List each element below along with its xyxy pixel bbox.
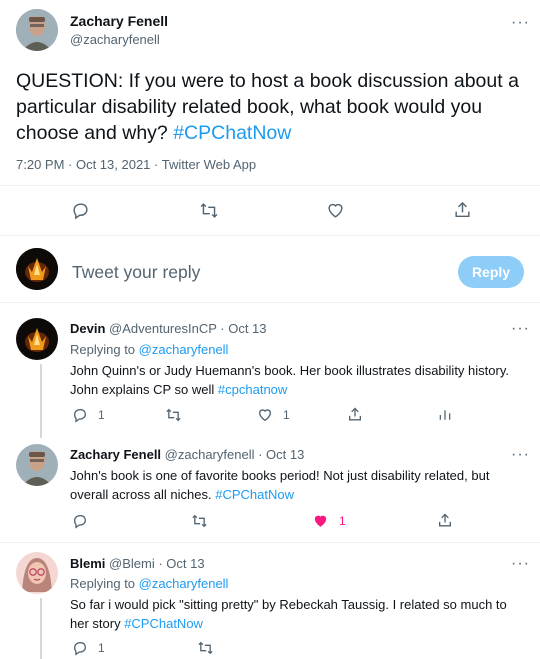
retweet-icon[interactable] — [199, 201, 219, 220]
heart-icon — [312, 513, 329, 529]
reply-text: John's book is one of favorite books per… — [70, 466, 525, 504]
reply-text: So far i would pick "sitting pretty" by … — [70, 595, 525, 633]
divider — [0, 185, 540, 186]
divider — [0, 302, 540, 303]
like-action[interactable]: 1 — [312, 513, 346, 529]
retweet-icon[interactable] — [191, 513, 208, 529]
reply-author-handle[interactable]: @AdventuresInCP — [109, 321, 217, 336]
heart-icon[interactable] — [326, 201, 345, 220]
reply-author-handle[interactable]: @Blemi — [109, 556, 155, 571]
reply-input[interactable]: Tweet your reply — [72, 262, 200, 283]
hashtag-link[interactable]: #CPChatNow — [215, 487, 294, 502]
replying-to-label: Replying to — [70, 342, 139, 357]
retweet-icon[interactable] — [197, 640, 214, 656]
like-count: 1 — [339, 514, 346, 528]
tweet-text: QUESTION: If you were to host a book dis… — [16, 68, 521, 146]
analytics-icon[interactable] — [438, 407, 452, 423]
replying-to: Replying to @zacharyfenell — [70, 342, 228, 357]
reply-count: 1 — [98, 408, 105, 422]
like-count: 1 — [283, 408, 290, 422]
more-icon[interactable]: ··· — [511, 15, 530, 31]
reply-icon[interactable] — [72, 513, 88, 529]
tweet-timestamp[interactable]: 7:20 PM · Oct 13, 2021 · Twitter Web App — [16, 157, 256, 172]
reply-count: 1 — [98, 641, 105, 655]
thread-line — [40, 598, 42, 659]
thread-line — [40, 364, 42, 438]
reply-icon[interactable] — [71, 201, 90, 220]
reply-action[interactable]: 1 — [72, 407, 105, 423]
reply-header: Zachary Fenell @zacharyfenell · Oct 13 — [70, 447, 304, 462]
author-name[interactable]: Zachary Fenell — [70, 13, 168, 29]
reply-text-body: John Quinn's or Judy Huemann's book. Her… — [70, 363, 509, 397]
heart-icon — [257, 407, 273, 423]
replying-to-link[interactable]: @zacharyfenell — [139, 576, 229, 591]
hashtag-link[interactable]: #CPChatNow — [124, 616, 203, 631]
more-icon[interactable]: ··· — [511, 556, 530, 572]
reply-icon — [72, 640, 88, 656]
reply-author-name[interactable]: Zachary Fenell — [70, 447, 161, 462]
reply-header: Blemi @Blemi · Oct 13 — [70, 556, 205, 571]
replying-to-label: Replying to — [70, 576, 139, 591]
avatar[interactable] — [16, 9, 58, 51]
more-icon[interactable]: ··· — [511, 321, 530, 337]
reply-author-handle[interactable]: @zacharyfenell — [165, 447, 255, 462]
more-icon[interactable]: ··· — [511, 447, 530, 463]
share-icon[interactable] — [437, 512, 453, 529]
reply-action[interactable]: 1 — [72, 640, 105, 656]
author-handle[interactable]: @zacharyfenell — [70, 32, 160, 47]
reply-header: Devin @AdventuresInCP · Oct 13 — [70, 321, 267, 336]
avatar — [16, 248, 58, 290]
reply-date[interactable]: · Oct 13 — [220, 321, 266, 336]
reply-button[interactable]: Reply — [458, 256, 524, 288]
retweet-icon[interactable] — [165, 407, 182, 423]
reply-author-name[interactable]: Blemi — [70, 556, 105, 571]
hashtag-link[interactable]: #CPChatNow — [173, 122, 291, 144]
reply-author-name[interactable]: Devin — [70, 321, 105, 336]
reply-icon — [72, 407, 88, 423]
share-icon[interactable] — [347, 406, 363, 423]
share-icon[interactable] — [453, 200, 472, 220]
divider — [0, 542, 540, 543]
like-action[interactable]: 1 — [257, 407, 290, 423]
reply-date[interactable]: · Oct 13 — [158, 556, 204, 571]
avatar[interactable] — [16, 552, 58, 594]
replying-to-link[interactable]: @zacharyfenell — [139, 342, 229, 357]
reply-text: John Quinn's or Judy Huemann's book. Her… — [70, 361, 525, 399]
avatar[interactable] — [16, 318, 58, 360]
reply-date[interactable]: · Oct 13 — [258, 447, 304, 462]
hashtag-link[interactable]: #cpchatnow — [218, 382, 287, 397]
divider — [0, 235, 540, 236]
replying-to: Replying to @zacharyfenell — [70, 576, 228, 591]
avatar[interactable] — [16, 444, 58, 486]
